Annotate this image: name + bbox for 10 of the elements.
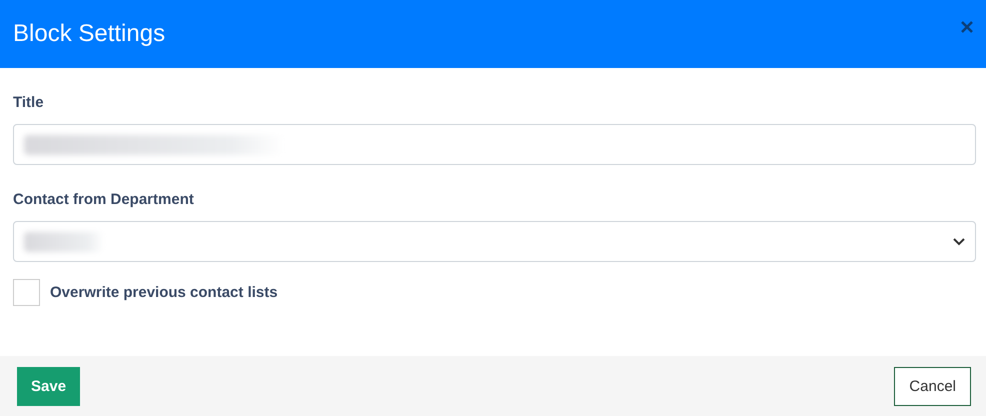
checkbox-label: Overwrite previous contact lists — [50, 284, 278, 301]
input-field[interactable] — [13, 124, 976, 165]
checkbox[interactable] — [13, 279, 40, 306]
field-label: Title — [13, 94, 45, 111]
field-label: Contact from Department — [13, 191, 195, 208]
close-icon[interactable] — [961, 21, 973, 33]
select-field[interactable] — [13, 221, 976, 262]
dialog-title: Block Settings — [13, 20, 166, 48]
cancel-button[interactable]: Cancel — [894, 366, 971, 406]
chevron-down-icon — [953, 238, 965, 246]
